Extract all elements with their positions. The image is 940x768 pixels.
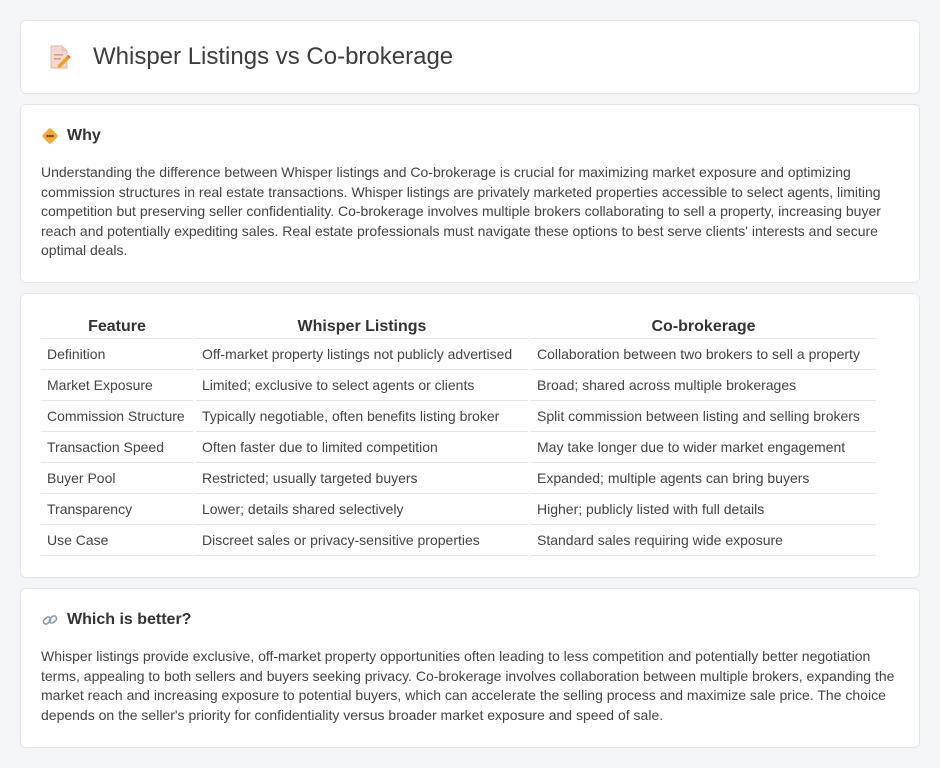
whisper-cell: Typically negotiable, often benefits lis…	[196, 401, 528, 432]
co-brokerage-cell: May take longer due to wider market enga…	[531, 432, 876, 463]
co-brokerage-cell: Higher; publicly listed with full detail…	[531, 494, 876, 525]
table-row: Commission Structure Typically negotiabl…	[41, 401, 876, 432]
feature-cell: Use Case	[41, 525, 193, 556]
why-text: Understanding the difference between Whi…	[41, 164, 881, 258]
whisper-cell: Lower; details shared selectively	[196, 494, 528, 525]
comparison-table: Feature Whisper Listings Co-brokerage De…	[38, 314, 879, 556]
header-feature: Feature	[41, 314, 193, 339]
feature-cell: Transparency	[41, 494, 193, 525]
co-brokerage-cell: Broad; shared across multiple brokerages	[531, 370, 876, 401]
which-is-better-section: Which is better? Whisper listings provid…	[20, 588, 920, 748]
whisper-cell: Discreet sales or privacy-sensitive prop…	[196, 525, 528, 556]
better-text: Whisper listings provide exclusive, off-…	[41, 648, 895, 723]
co-brokerage-cell: Expanded; multiple agents can bring buye…	[531, 463, 876, 494]
why-header: Why	[41, 127, 899, 145]
table-header-row: Feature Whisper Listings Co-brokerage	[41, 314, 876, 339]
whisper-cell: Off-market property listings not publicl…	[196, 339, 528, 370]
co-brokerage-cell: Collaboration between two brokers to sel…	[531, 339, 876, 370]
header-whisper-listings: Whisper Listings	[196, 314, 528, 339]
feature-cell: Market Exposure	[41, 370, 193, 401]
co-brokerage-cell: Standard sales requiring wide exposure	[531, 525, 876, 556]
table-row: Definition Off-market property listings …	[41, 339, 876, 370]
feature-cell: Transaction Speed	[41, 432, 193, 463]
document-pencil-icon	[50, 45, 71, 69]
better-title: Which is better?	[67, 611, 192, 628]
table-row: Transparency Lower; details shared selec…	[41, 494, 876, 525]
header-co-brokerage: Co-brokerage	[531, 314, 876, 339]
co-brokerage-cell: Split commission between listing and sel…	[531, 401, 876, 432]
whisper-cell: Restricted; usually targeted buyers	[196, 463, 528, 494]
better-header: Which is better?	[41, 611, 899, 629]
table-row: Use Case Discreet sales or privacy-sensi…	[41, 525, 876, 556]
feature-cell: Commission Structure	[41, 401, 193, 432]
page-title: Whisper Listings vs Co-brokerage	[93, 43, 454, 70]
comparison-section: Feature Whisper Listings Co-brokerage De…	[20, 293, 920, 578]
why-title: Why	[67, 127, 101, 144]
feature-cell: Definition	[41, 339, 193, 370]
diamond-warning-icon	[42, 128, 58, 144]
table-row: Market Exposure Limited; exclusive to se…	[41, 370, 876, 401]
whisper-cell: Often faster due to limited competition	[196, 432, 528, 463]
table-row: Transaction Speed Often faster due to li…	[41, 432, 876, 463]
whisper-cell: Limited; exclusive to select agents or c…	[196, 370, 528, 401]
feature-cell: Buyer Pool	[41, 463, 193, 494]
title-card: Whisper Listings vs Co-brokerage	[20, 20, 920, 94]
table-row: Buyer Pool Restricted; usually targeted …	[41, 463, 876, 494]
why-section: Why Understanding the difference between…	[20, 104, 920, 283]
link-icon	[42, 615, 58, 625]
